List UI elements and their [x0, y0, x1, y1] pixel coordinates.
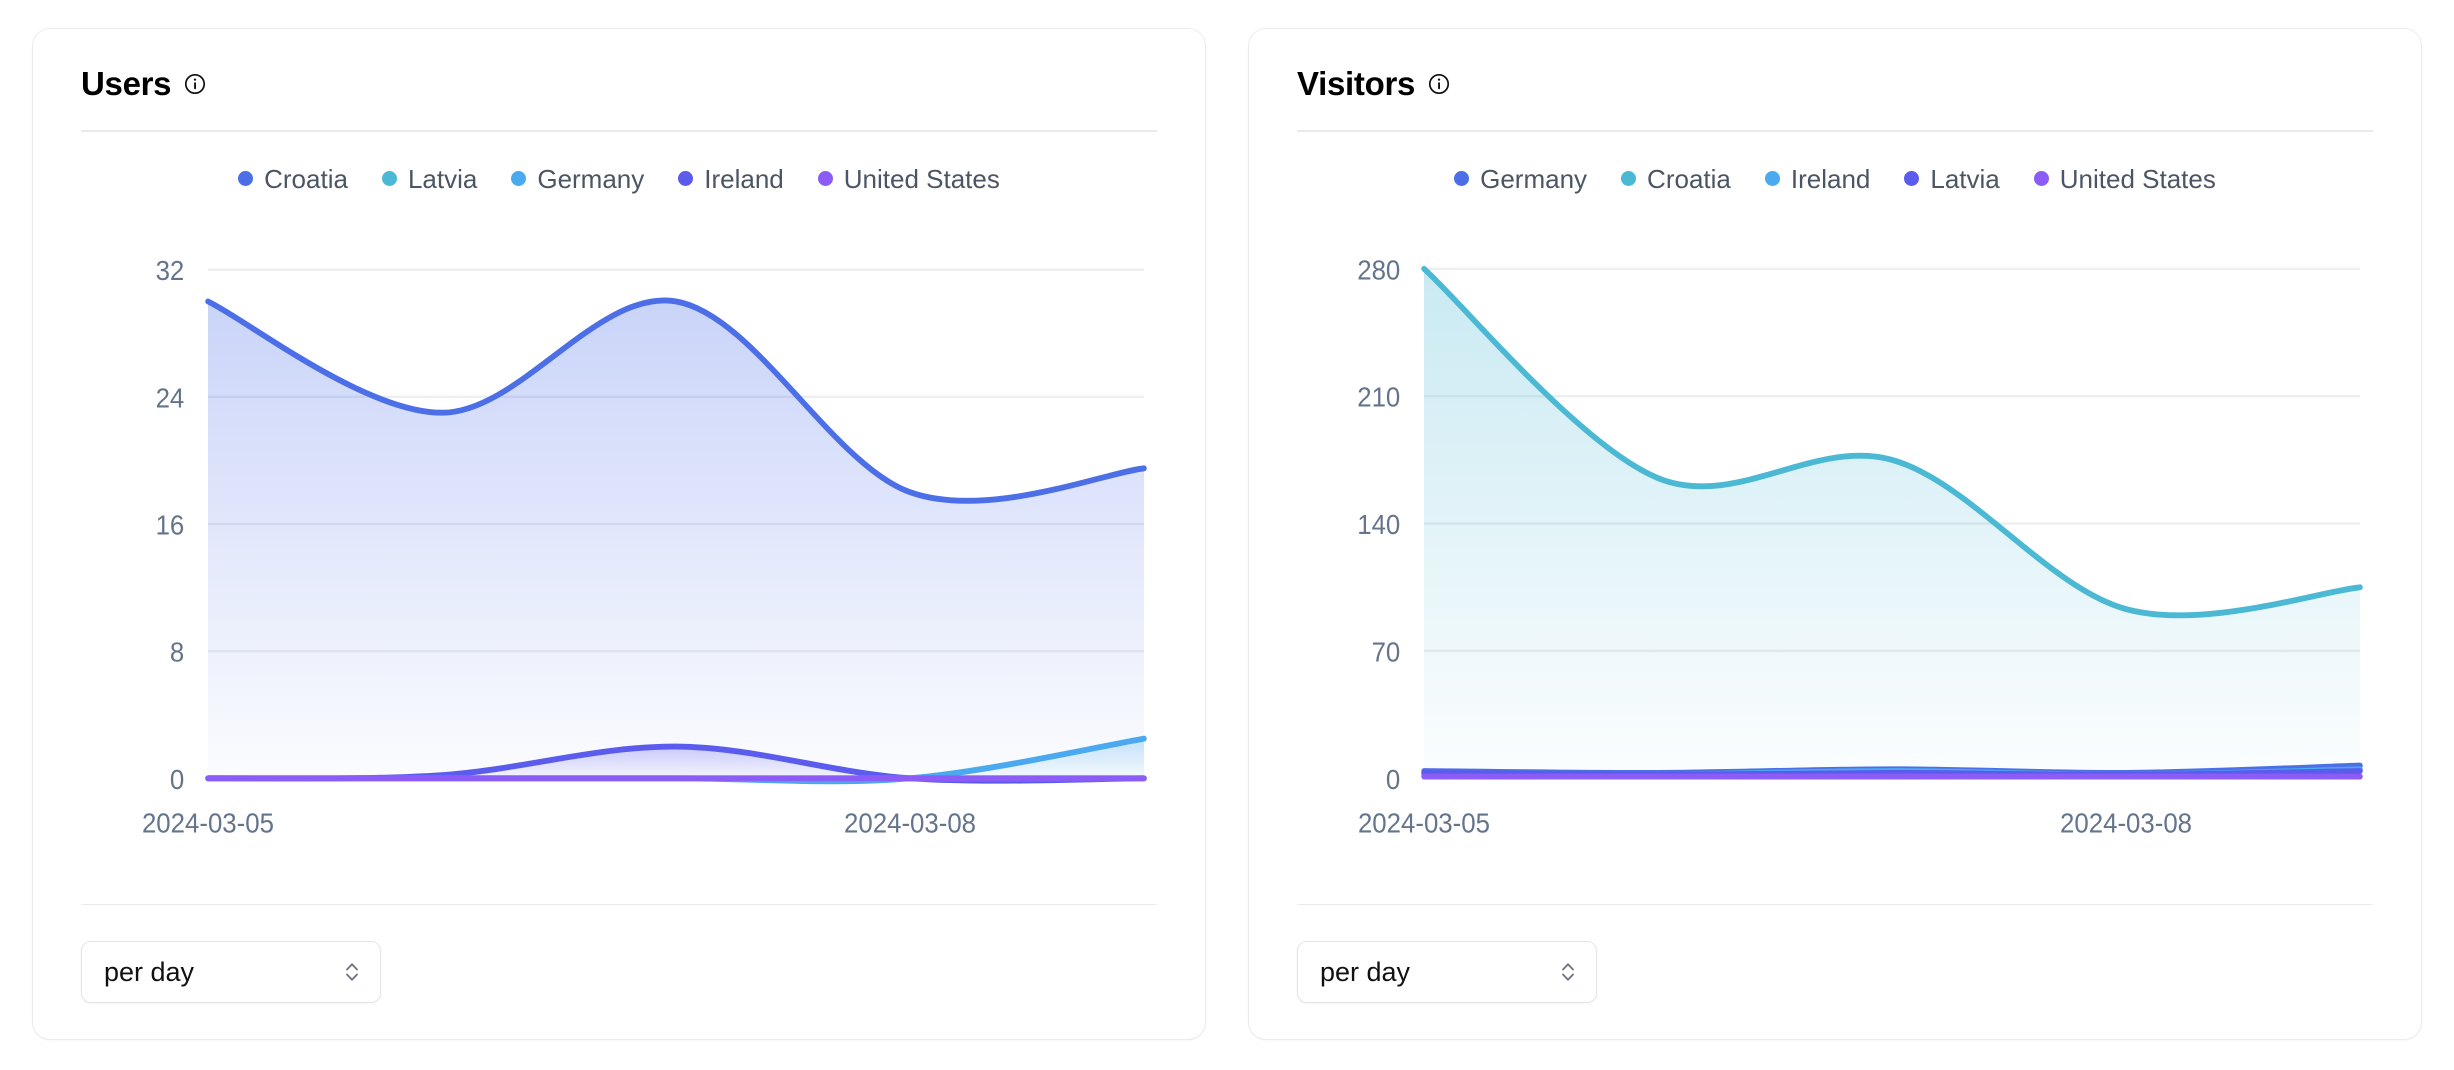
legend-item-label: Latvia [407, 163, 478, 194]
legend-item-label: Germany [1480, 163, 1588, 194]
svg-text:0: 0 [170, 763, 184, 794]
card-header: Users [81, 67, 1157, 130]
chevron-up-down-icon [1558, 957, 1578, 987]
legend-color-dot [2033, 171, 2049, 186]
interval-select[interactable]: per day [81, 941, 381, 1003]
legend-item[interactable]: Ireland [1764, 163, 1871, 194]
card-footer: per day [1297, 870, 2373, 1003]
legend-item-label: Germany [537, 163, 645, 194]
svg-text:140: 140 [1357, 509, 1400, 540]
legend-item-label: United States [843, 163, 1000, 194]
svg-text:280: 280 [1357, 254, 1400, 285]
svg-text:210: 210 [1357, 381, 1400, 412]
legend-item-label: Ireland [1790, 163, 1871, 194]
analytics-dashboard: Users Croatia Latvia Germany Ireland Uni… [0, 0, 2454, 1070]
legend-item-label: Croatia [1647, 163, 1731, 194]
chart-legend: Croatia Latvia Germany Ireland United St… [81, 166, 1157, 212]
svg-text:2024-03-05: 2024-03-05 [142, 807, 274, 838]
legend-item[interactable]: United States [817, 163, 1000, 194]
svg-text:2024-03-08: 2024-03-08 [844, 807, 976, 838]
legend-item-label: Croatia [264, 163, 348, 194]
users-card: Users Croatia Latvia Germany Ireland Uni… [32, 28, 1206, 1040]
svg-text:24: 24 [156, 382, 185, 413]
interval-select-value: per day [104, 956, 195, 987]
svg-text:0: 0 [1386, 763, 1400, 794]
legend-color-dot [238, 171, 254, 186]
page-title: Visitors [1297, 65, 1416, 102]
legend-color-dot [817, 171, 833, 186]
legend-color-dot [1764, 171, 1780, 186]
legend-item-label: Latvia [1930, 163, 2000, 194]
svg-text:70: 70 [1372, 636, 1401, 667]
svg-text:2024-03-05: 2024-03-05 [1358, 807, 1490, 838]
card-header: Visitors [1297, 67, 2373, 130]
legend-item[interactable]: Latvia [1904, 163, 2000, 194]
legend-color-dot [678, 171, 694, 186]
footer-divider [81, 903, 1157, 905]
legend-color-dot [511, 171, 527, 186]
interval-select-value: per day [1320, 956, 1411, 987]
svg-text:32: 32 [156, 255, 185, 286]
chart-legend: Germany Croatia Ireland Latvia United St… [1297, 166, 2373, 212]
svg-text:16: 16 [156, 509, 185, 540]
legend-color-dot [381, 171, 397, 186]
chevron-up-down-icon [342, 957, 362, 987]
chart-canvas: 0 70 140 210 280 2024-03-05 2024-03-08 [1357, 254, 2363, 838]
legend-item[interactable]: Germany [1454, 166, 1587, 192]
legend-item[interactable]: Croatia [1621, 166, 1731, 192]
legend-item[interactable]: Germany [511, 166, 644, 192]
legend-item[interactable]: Ireland [678, 166, 784, 192]
legend-item-label: Ireland [704, 163, 784, 194]
interval-select[interactable]: per day [1297, 941, 1597, 1003]
visitors-area-chart[interactable]: 0 70 140 210 280 2024-03-05 2024-03-08 [1297, 212, 2373, 870]
legend-item-label: United States [2059, 163, 2216, 194]
info-circle-icon[interactable] [183, 72, 207, 96]
footer-divider [1297, 903, 2373, 905]
svg-text:8: 8 [170, 636, 184, 667]
chart-canvas: 0 8 16 24 32 2024-03-05 2024-03-08 [142, 255, 1147, 838]
legend-item[interactable]: United States [2033, 163, 2216, 194]
legend-color-dot [1904, 171, 1920, 186]
chart-region: Croatia Latvia Germany Ireland United St… [81, 132, 1157, 870]
legend-item[interactable]: Latvia [381, 163, 478, 194]
svg-text:2024-03-08: 2024-03-08 [2060, 807, 2192, 838]
users-area-chart[interactable]: 0 8 16 24 32 2024-03-05 2024-03-08 [81, 212, 1157, 870]
info-circle-icon[interactable] [1427, 72, 1451, 96]
page-title: Users [81, 65, 172, 102]
legend-item[interactable]: Croatia [238, 166, 348, 192]
legend-color-dot [1454, 171, 1470, 186]
card-footer: per day [81, 870, 1157, 1003]
legend-color-dot [1621, 171, 1637, 186]
chart-region: Germany Croatia Ireland Latvia United St… [1297, 132, 2373, 870]
visitors-card: Visitors Germany Croatia Ireland Latvia … [1248, 28, 2422, 1040]
